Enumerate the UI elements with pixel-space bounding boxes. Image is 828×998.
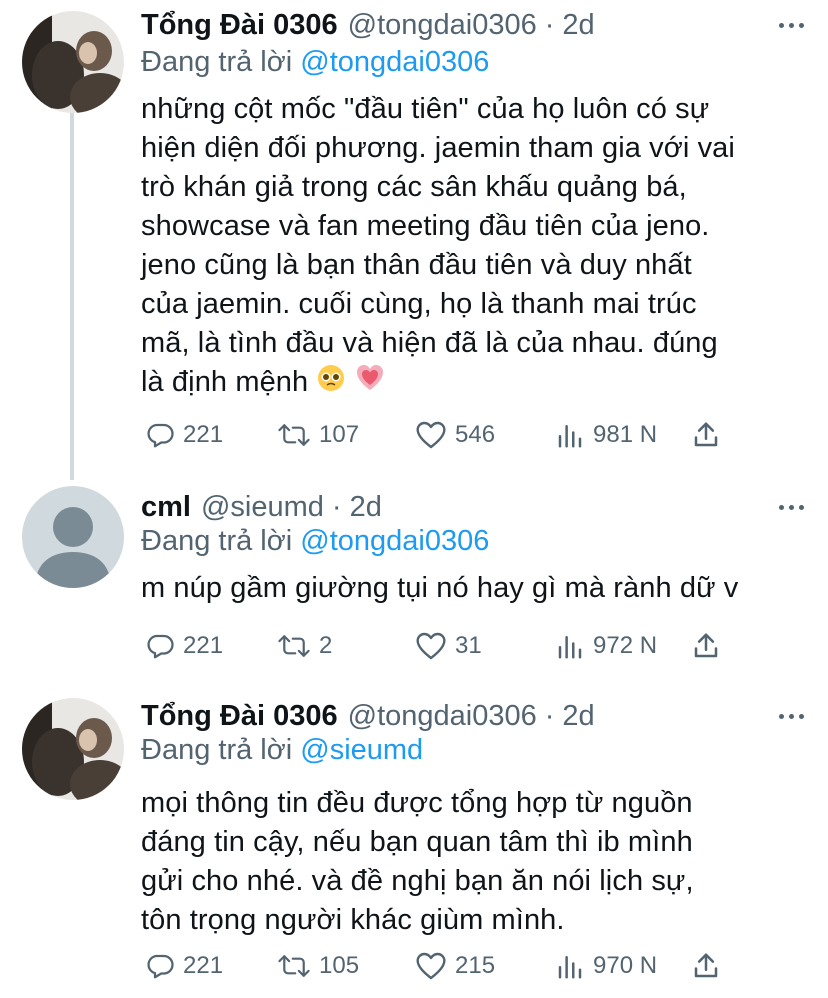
tweet-2[interactable]: cml @sieumd · 2d Đang trả lời @tongdai03…: [0, 475, 828, 687]
tweet-3[interactable]: Tổng Đài 0306 @tongdai0306 · 2d Đang trả…: [0, 687, 828, 998]
timestamp[interactable]: 2d: [350, 491, 382, 524]
like-count: 215: [455, 952, 496, 979]
timestamp[interactable]: 2d: [562, 700, 594, 733]
tweet-text-content: mọi thông tin đều được tổng hợp từ nguồn…: [141, 787, 694, 936]
mention-link[interactable]: @tongdai0306: [300, 46, 489, 78]
user-handle[interactable]: @tongdai0306: [348, 700, 537, 733]
share-button[interactable]: [691, 946, 721, 986]
growing-heart-emoji: [355, 363, 385, 404]
tweet-header: Tổng Đài 0306 @tongdai0306 · 2d: [141, 5, 828, 45]
timestamp[interactable]: 2d: [562, 9, 594, 42]
separator-dot: ·: [544, 8, 555, 41]
display-name[interactable]: cml: [141, 491, 191, 524]
heart-icon: [416, 632, 446, 660]
tweet-text: m núp gầm giường tụi nó hay gì mà rành d…: [141, 569, 811, 608]
separator-dot: ·: [544, 699, 555, 732]
like-count: 546: [455, 421, 496, 448]
views-button[interactable]: 972 N: [555, 626, 657, 666]
reply-button[interactable]: 221: [145, 946, 223, 986]
retweet-icon: [278, 424, 310, 446]
mention-link[interactable]: @sieumd: [300, 734, 423, 766]
action-bar: 221 2 31 972 N: [141, 626, 731, 666]
mention-link[interactable]: @tongdai0306: [300, 525, 489, 557]
reply-icon: [147, 634, 174, 659]
action-bar: 221 105 215 970 N: [141, 946, 731, 986]
retweet-count: 107: [319, 421, 360, 448]
replying-to: Đang trả lời @tongdai0306: [141, 525, 489, 558]
like-button[interactable]: 546: [415, 415, 495, 455]
replying-to: Đang trả lời @sieumd: [141, 734, 423, 767]
more-icon[interactable]: [779, 696, 804, 736]
more-icon[interactable]: [779, 487, 804, 527]
share-button[interactable]: [691, 626, 721, 666]
avatar[interactable]: [22, 486, 124, 588]
tweet-text-content: những cột mốc "đầu tiên" của họ luôn có …: [141, 93, 735, 399]
views-icon: [558, 956, 582, 979]
share-icon: [694, 953, 718, 978]
thread-line: [70, 112, 74, 480]
reply-button[interactable]: 221: [145, 626, 223, 666]
more-icon[interactable]: [779, 5, 804, 45]
tweet-text: mọi thông tin đều được tổng hợp từ nguồn…: [141, 784, 811, 940]
retweet-count: 2: [319, 632, 333, 659]
tweet-header: Tổng Đài 0306 @tongdai0306 · 2d: [141, 696, 828, 736]
heart-icon: [416, 952, 446, 980]
reply-count: 221: [183, 421, 224, 448]
separator-dot: ·: [331, 490, 342, 523]
tweet-text: những cột mốc "đầu tiên" của họ luôn có …: [141, 90, 811, 404]
pleading-face-emoji: [316, 363, 346, 404]
like-button[interactable]: 31: [415, 626, 482, 666]
user-handle[interactable]: @sieumd: [201, 491, 324, 524]
retweet-icon: [278, 955, 310, 977]
user-handle[interactable]: @tongdai0306: [348, 9, 537, 42]
reply-count: 221: [183, 632, 224, 659]
retweet-icon: [278, 635, 310, 657]
views-button[interactable]: 981 N: [555, 415, 657, 455]
retweet-button[interactable]: 105: [277, 946, 359, 986]
action-bar: 221 107 546 981 N: [141, 415, 731, 455]
avatar[interactable]: [22, 11, 124, 113]
tweet-header: cml @sieumd · 2d: [141, 487, 828, 527]
tweet-1[interactable]: Tổng Đài 0306 @tongdai0306 · 2d Đang trả…: [0, 0, 828, 480]
views-count: 970 N: [593, 952, 658, 979]
replying-to: Đang trả lời @tongdai0306: [141, 46, 489, 79]
reply-icon: [147, 423, 174, 448]
reply-icon: [147, 954, 174, 979]
reply-count: 221: [183, 952, 224, 979]
like-count: 31: [455, 632, 482, 659]
views-count: 972 N: [593, 632, 658, 659]
display-name[interactable]: Tổng Đài 0306: [141, 700, 338, 733]
replying-label: Đang trả lời: [141, 46, 293, 78]
replying-label: Đang trả lời: [141, 734, 293, 766]
like-button[interactable]: 215: [415, 946, 495, 986]
tweet-text-content: m núp gầm giường tụi nó hay gì mà rành d…: [141, 572, 739, 604]
views-icon: [558, 425, 582, 448]
heart-icon: [416, 421, 446, 449]
views-count: 981 N: [593, 421, 658, 448]
share-icon: [694, 633, 718, 658]
retweet-button[interactable]: 107: [277, 415, 359, 455]
share-icon: [694, 422, 718, 447]
retweet-count: 105: [319, 952, 360, 979]
avatar[interactable]: [22, 698, 124, 800]
display-name[interactable]: Tổng Đài 0306: [141, 9, 338, 42]
retweet-button[interactable]: 2: [277, 626, 332, 666]
views-button[interactable]: 970 N: [555, 946, 657, 986]
views-icon: [558, 636, 582, 659]
replying-label: Đang trả lời: [141, 525, 293, 557]
share-button[interactable]: [691, 415, 721, 455]
reply-button[interactable]: 221: [145, 415, 223, 455]
